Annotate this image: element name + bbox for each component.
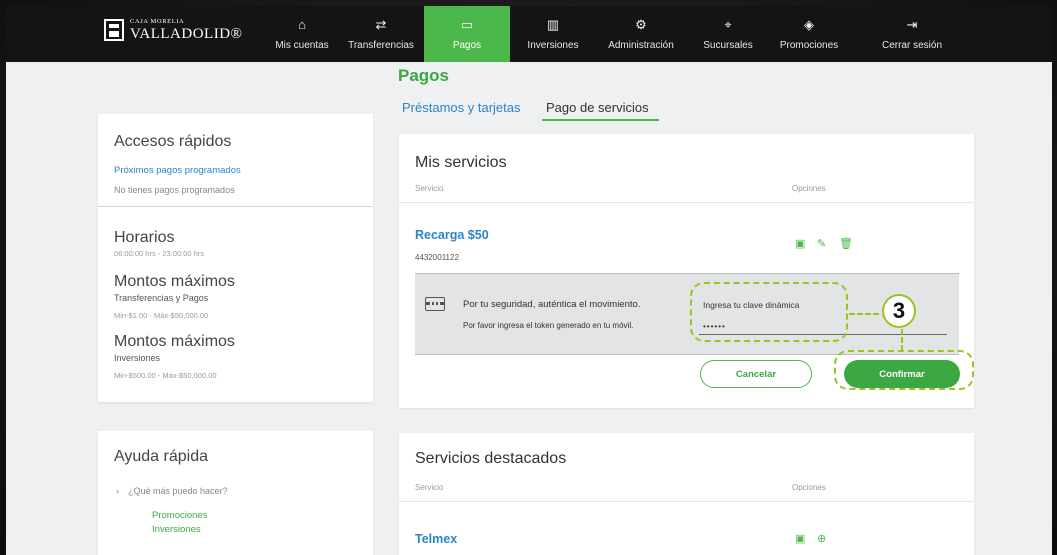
tag-icon: ◈: [804, 17, 814, 32]
location-icon: ⌖: [724, 17, 732, 32]
nav-pagos[interactable]: ▭ Pagos: [424, 6, 510, 62]
home-icon: ⌂: [298, 17, 306, 32]
max-amounts-investments-title: Montos máximos: [114, 333, 235, 350]
transfer-icon: ⇄: [375, 17, 387, 32]
tab-prestamos-tarjetas[interactable]: Préstamos y tarjetas: [402, 100, 521, 115]
hours-value: 06:00:00 hrs - 23:00:00 hrs: [114, 249, 205, 258]
hours-title: Horarios: [114, 229, 175, 246]
nav-label: Mis cuentas: [275, 40, 329, 51]
nav-label: Administración: [608, 40, 674, 51]
quick-access-title: Accesos rápidos: [114, 133, 232, 150]
my-services-title: Mis servicios: [415, 154, 507, 171]
help-link-inversiones[interactable]: Inversiones: [152, 524, 201, 535]
page-title: Pagos: [398, 66, 450, 85]
quick-access-panel: Accesos rápidos Próximos pagos programad…: [98, 114, 373, 402]
nav-label: Promociones: [779, 40, 839, 51]
max-amounts-range: Min-$1.00 - Máx-$50,000.00: [114, 311, 209, 320]
nav-transferencias[interactable]: ⇄ Transferencias: [342, 6, 420, 62]
col-options-header: Opciones: [792, 483, 826, 492]
service-name[interactable]: Recarga $50: [415, 228, 489, 242]
max-amounts-sub: Transferencias y Pagos: [114, 293, 209, 303]
col-options-header: Opciones: [792, 184, 826, 193]
nav-sucursales[interactable]: ⌖ Sucursales: [694, 6, 762, 62]
logo-line2: VALLADOLID®: [130, 25, 243, 42]
auth-instruction: Por favor ingresa el token generado en t…: [463, 321, 634, 330]
logo-mark-icon: [104, 19, 124, 42]
help-question[interactable]: ¿Qué más puedo hacer?: [128, 486, 228, 496]
pay-icon[interactable]: ▣: [795, 237, 805, 250]
callout-connector: [849, 313, 879, 315]
screen-frame: CAJA MORELIA VALLADOLID® ⌂ Mis cuentas ⇄…: [0, 0, 1057, 555]
top-navbar: CAJA MORELIA VALLADOLID® ⌂ Mis cuentas ⇄…: [6, 6, 1052, 62]
quick-help-title: Ayuda rápida: [114, 448, 208, 465]
pay-icon[interactable]: ▣: [795, 532, 805, 545]
featured-service-name[interactable]: Telmex: [415, 532, 457, 546]
col-service-header: Servicio: [415, 483, 444, 492]
brand-logo[interactable]: CAJA MORELIA VALLADOLID®: [104, 18, 243, 42]
service-number: 4432001122: [415, 253, 459, 262]
max-amounts-investments-sub: Inversiones: [114, 353, 161, 363]
featured-services-card: Servicios destacados Servicio Opciones T…: [399, 433, 974, 555]
app-window: CAJA MORELIA VALLADOLID® ⌂ Mis cuentas ⇄…: [6, 6, 1052, 555]
trash-icon[interactable]: 🗑: [839, 237, 853, 250]
max-amounts-title: Montos máximos: [114, 273, 235, 290]
scheduled-payments-link[interactable]: Próximos pagos programados: [114, 165, 241, 176]
auth-message: Por tu seguridad, auténtica el movimient…: [463, 299, 641, 310]
nav-label: Pagos: [452, 40, 482, 51]
payment-icon: ▭: [460, 17, 474, 32]
active-tab-indicator: [542, 119, 659, 121]
max-amounts-investments-range: Min-$500.00 - Máx-$50,000.00: [114, 371, 217, 380]
chart-icon: ▥: [546, 17, 560, 32]
tab-pago-servicios[interactable]: Pago de servicios: [546, 100, 649, 115]
cancel-button[interactable]: Cancelar: [700, 360, 812, 388]
edit-icon[interactable]: ✎: [817, 237, 826, 250]
callout-confirm: [834, 350, 974, 390]
chevron-right-icon: ›: [116, 486, 119, 496]
nav-cerrar-sesion[interactable]: ⇥ Cerrar sesión: [872, 6, 952, 62]
logout-icon: ⇥: [906, 17, 918, 32]
keyboard-icon: [425, 297, 445, 311]
help-link-promociones[interactable]: Promociones: [152, 510, 207, 521]
callout-dynamic-key: [690, 282, 848, 342]
add-circle-icon[interactable]: ⊕: [817, 532, 826, 545]
gear-icon: ⚙: [635, 17, 647, 32]
step-number-badge: 3: [882, 294, 916, 328]
nav-administracion[interactable]: ⚙ Administración: [598, 6, 684, 62]
quick-help-panel: Ayuda rápida › ¿Qué más puedo hacer? Pro…: [98, 431, 373, 555]
featured-services-title: Servicios destacados: [415, 450, 567, 467]
no-scheduled-text: No tienes pagos programados: [114, 185, 235, 195]
nav-inversiones[interactable]: ▥ Inversiones: [520, 6, 586, 62]
nav-promociones[interactable]: ◈ Promociones: [772, 6, 846, 62]
col-service-header: Servicio: [415, 184, 444, 193]
divider: [98, 206, 373, 207]
nav-label: Transferencias: [348, 40, 414, 51]
callout-connector: [901, 329, 903, 351]
logo-line1: CAJA MORELIA: [130, 18, 185, 25]
nav-label: Inversiones: [527, 40, 579, 51]
nav-mis-cuentas[interactable]: ⌂ Mis cuentas: [268, 6, 336, 62]
nav-label: Cerrar sesión: [881, 40, 943, 51]
nav-label: Sucursales: [703, 40, 753, 51]
